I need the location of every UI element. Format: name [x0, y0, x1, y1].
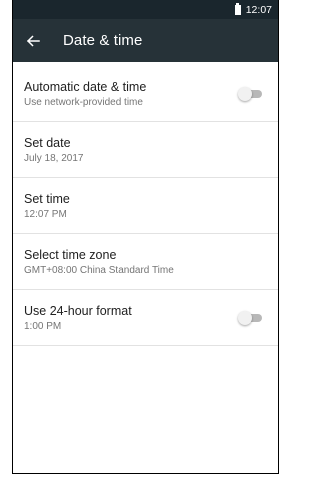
setting-summary: 1:00 PM	[24, 320, 62, 332]
status-bar: 12:07	[13, 0, 278, 19]
setting-title: Set date	[24, 135, 71, 150]
setting-automatic-date-time[interactable]: Automatic date & time Use network-provid…	[13, 66, 278, 122]
setting-title: Set time	[24, 191, 70, 206]
setting-texts: Use 24-hour format 1:00 PM	[24, 303, 132, 333]
device-frame: 12:07 Date & time Automatic date & time …	[0, 0, 284, 486]
switch-thumb	[238, 86, 252, 101]
status-time: 12:07	[245, 3, 272, 16]
setting-texts: Select time zone GMT+08:00 China Standar…	[24, 247, 174, 277]
setting-summary: 12:07 PM	[24, 208, 67, 220]
setting-summary: Use network-provided time	[24, 96, 143, 108]
page-title: Date & time	[63, 32, 143, 49]
arrow-back-icon[interactable]	[23, 31, 43, 51]
app-bar: Date & time	[13, 19, 278, 62]
switch-thumb	[238, 310, 252, 325]
setting-texts: Set time 12:07 PM	[24, 191, 70, 221]
right-margin	[279, 0, 284, 486]
screen: 12:07 Date & time Automatic date & time …	[12, 0, 279, 474]
setting-title: Use 24-hour format	[24, 303, 132, 318]
battery-icon	[234, 2, 241, 15]
setting-title: Select time zone	[24, 247, 117, 262]
setting-set-date[interactable]: Set date July 18, 2017	[13, 122, 278, 178]
setting-title: Automatic date & time	[24, 79, 147, 94]
setting-texts: Set date July 18, 2017	[24, 135, 84, 165]
setting-texts: Automatic date & time Use network-provid…	[24, 79, 146, 109]
automatic-date-time-switch[interactable]	[238, 86, 264, 101]
setting-set-time[interactable]: Set time 12:07 PM	[13, 178, 278, 234]
left-margin	[0, 0, 12, 486]
setting-summary: July 18, 2017	[24, 152, 84, 164]
setting-select-time-zone[interactable]: Select time zone GMT+08:00 China Standar…	[13, 234, 278, 290]
setting-summary: GMT+08:00 China Standard Time	[24, 264, 174, 276]
settings-list: Automatic date & time Use network-provid…	[13, 66, 278, 346]
use-24-hour-format-switch[interactable]	[238, 310, 264, 325]
setting-use-24-hour-format[interactable]: Use 24-hour format 1:00 PM	[13, 290, 278, 346]
